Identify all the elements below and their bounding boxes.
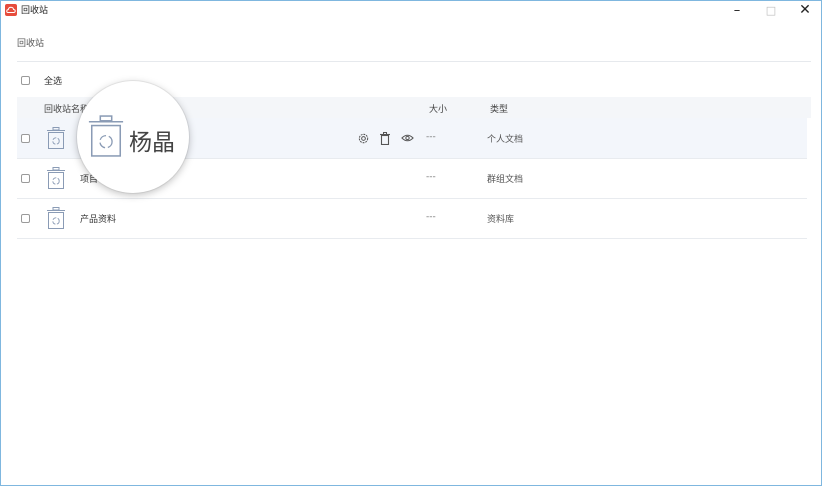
title-bar: 回收站 – □ ✕ [1, 1, 821, 19]
window-title: 回收站 [21, 6, 49, 16]
maximize-icon: □ [765, 3, 777, 17]
row-size: --- [426, 132, 436, 142]
table-row[interactable]: 产品资料 --- 资料库 [17, 198, 807, 239]
settings-button[interactable] [355, 131, 371, 145]
row-type: 资料库 [487, 215, 515, 225]
recycle-bin-icon [47, 207, 65, 229]
recycle-bin-icon [47, 127, 65, 149]
minimize-icon: – [733, 2, 741, 18]
close-icon: ✕ [799, 2, 811, 18]
row-size: --- [426, 212, 436, 222]
select-all-checkbox[interactable] [21, 75, 30, 85]
select-all-label: 全选 [44, 76, 63, 87]
recycle-bin-icon [47, 167, 65, 189]
recycle-bin-window: 回收站 – □ ✕ 回收站 全选 回收站名称 大小 类型 杨晶 [0, 0, 822, 486]
recycle-bin-icon [88, 115, 124, 157]
row-type: 群组文档 [487, 175, 524, 185]
row-size: --- [426, 172, 436, 182]
row-checkbox[interactable] [21, 214, 30, 223]
close-button[interactable]: ✕ [789, 1, 821, 19]
row-type: 个人文档 [487, 135, 524, 145]
delete-button[interactable] [377, 131, 393, 145]
column-header-type[interactable]: 类型 [490, 102, 508, 115]
row-name: 产品资料 [80, 215, 117, 225]
preview-button[interactable] [399, 131, 415, 145]
select-all[interactable]: 全选 [21, 73, 62, 87]
row-checkbox[interactable] [21, 134, 30, 143]
magnifier-callout: 杨晶 [77, 81, 189, 193]
column-header-size[interactable]: 大小 [429, 102, 447, 115]
eye-icon [400, 134, 414, 142]
row-checkbox[interactable] [21, 174, 30, 183]
app-logo-icon [5, 4, 17, 16]
settings-icon [358, 133, 368, 143]
row-actions [355, 131, 415, 145]
minimize-button[interactable]: – [721, 1, 753, 19]
divider [17, 61, 811, 62]
trash-icon [380, 131, 390, 145]
maximize-button[interactable]: □ [755, 1, 787, 19]
breadcrumb[interactable]: 回收站 [17, 36, 44, 49]
magnified-row-name: 杨晶 [129, 130, 175, 156]
